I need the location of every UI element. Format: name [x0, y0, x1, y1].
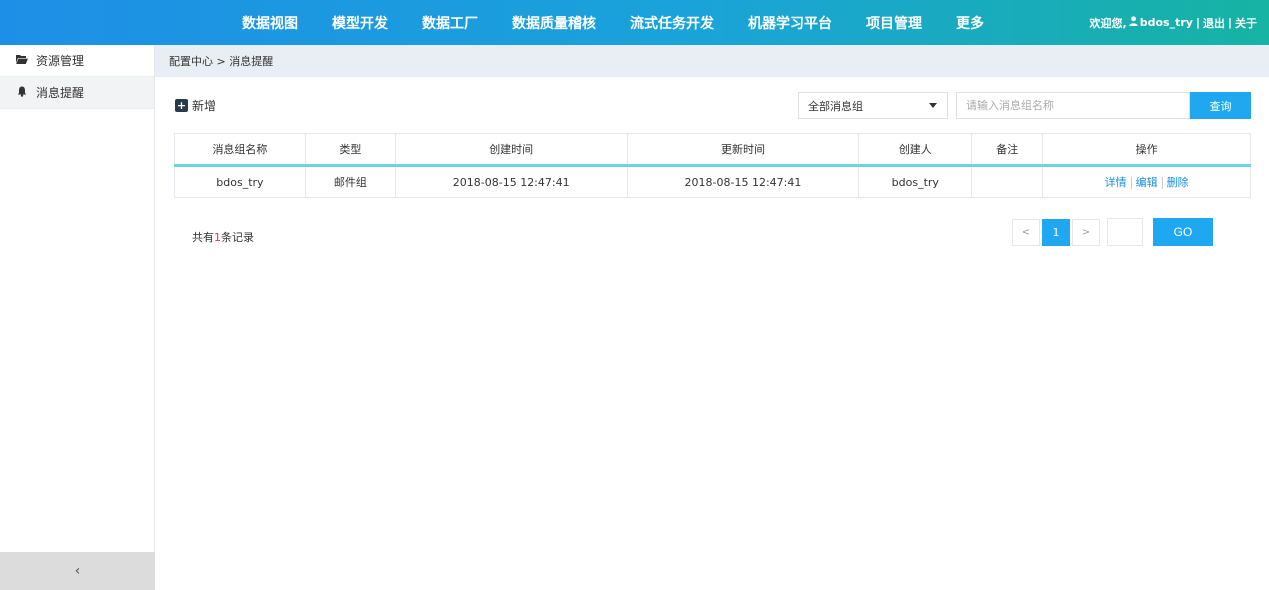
- search-button[interactable]: 查询: [1190, 92, 1251, 119]
- page-1-button[interactable]: 1: [1042, 218, 1070, 246]
- total-suffix: 条记录: [221, 231, 254, 244]
- separator: |: [1227, 16, 1232, 29]
- detail-link[interactable]: 详情: [1105, 176, 1127, 189]
- message-group-select[interactable]: 全部消息组: [798, 92, 948, 119]
- nav-item-stream-task[interactable]: 流式任务开发: [630, 13, 714, 33]
- delete-link[interactable]: 删除: [1167, 176, 1189, 189]
- column-header: 更新时间: [626, 133, 860, 167]
- about-link[interactable]: 关于: [1235, 15, 1257, 31]
- breadcrumb-text: 配置中心 > 消息提醒: [169, 55, 274, 68]
- sidebar-item-resource-mgmt[interactable]: 资源管理: [0, 45, 154, 77]
- search-input[interactable]: [956, 92, 1190, 119]
- add-label: 新增: [192, 99, 217, 113]
- column-header: 创建时间: [394, 133, 628, 167]
- main-nav: 数据视图 模型开发 数据工厂 数据质量稽核 流式任务开发 机器学习平台 项目管理…: [242, 0, 1018, 45]
- edit-link[interactable]: 编辑: [1136, 176, 1158, 189]
- nav-item-model-dev[interactable]: 模型开发: [332, 13, 388, 33]
- sidebar-collapse-button[interactable]: ‹: [0, 552, 155, 590]
- record-count: 共有1条记录: [192, 229, 254, 245]
- nav-item-data-factory[interactable]: 数据工厂: [422, 13, 478, 33]
- total-count: 1: [214, 231, 221, 244]
- cell-name: bdos_try: [174, 165, 306, 198]
- page-jump-input[interactable]: [1107, 218, 1143, 246]
- main-content: + 新增 全部消息组 查询 消息组名称 类型 创建时间 更新时间 创建人 备注 …: [155, 77, 1269, 590]
- column-header: 操作: [1042, 133, 1251, 167]
- welcome-text: 欢迎您,: [1089, 16, 1127, 30]
- total-prefix: 共有: [192, 231, 214, 244]
- sidebar-item-label: 资源管理: [36, 54, 85, 68]
- cell-type: 邮件组: [304, 165, 396, 198]
- cell-updated: 2018-08-15 12:47:41: [626, 165, 860, 198]
- column-header: 类型: [304, 133, 396, 167]
- next-page-button[interactable]: >: [1072, 218, 1100, 246]
- username[interactable]: bdos_try: [1140, 16, 1193, 29]
- cell-operations: 详情 编辑 删除: [1042, 165, 1251, 198]
- nav-item-project-mgmt[interactable]: 项目管理: [866, 13, 922, 33]
- caret-down-icon: [929, 103, 937, 108]
- table-row: bdos_try 邮件组 2018-08-15 12:47:41 2018-08…: [174, 165, 1251, 198]
- chevron-left-icon: ‹: [74, 563, 81, 579]
- folder-open-icon: [14, 54, 30, 67]
- bell-icon: [14, 86, 30, 100]
- add-button[interactable]: + 新增: [175, 97, 216, 114]
- cell-creator: bdos_try: [858, 165, 973, 198]
- user-icon: [1129, 16, 1138, 29]
- table-header-row: 消息组名称 类型 创建时间 更新时间 创建人 备注 操作: [174, 133, 1251, 167]
- nav-item-more[interactable]: 更多: [956, 13, 984, 33]
- sidebar-item-message-alert[interactable]: 消息提醒: [0, 77, 154, 109]
- separator: |: [1195, 16, 1200, 29]
- cell-created: 2018-08-15 12:47:41: [394, 165, 628, 198]
- sidebar: 资源管理 消息提醒 ‹: [0, 45, 155, 590]
- column-header: 创建人: [858, 133, 973, 167]
- sidebar-item-label: 消息提醒: [36, 86, 85, 100]
- go-button[interactable]: GO: [1153, 218, 1213, 246]
- user-bar: 欢迎您, bdos_try | 退出 | 关于: [1090, 0, 1257, 45]
- select-value: 全部消息组: [808, 99, 863, 113]
- breadcrumb: 配置中心 > 消息提醒: [155, 45, 1269, 77]
- divider: [1130, 177, 1132, 189]
- top-nav-bar: 数据视图 模型开发 数据工厂 数据质量稽核 流式任务开发 机器学习平台 项目管理…: [0, 0, 1269, 45]
- nav-item-data-quality[interactable]: 数据质量稽核: [512, 13, 596, 33]
- logout-link[interactable]: 退出: [1203, 15, 1225, 31]
- cell-remark: [971, 165, 1044, 198]
- divider: [1161, 177, 1163, 189]
- plus-square-icon: +: [175, 99, 188, 112]
- pagination: < 1 > GO: [1012, 218, 1213, 246]
- nav-item-ml-platform[interactable]: 机器学习平台: [748, 13, 832, 33]
- nav-item-data-view[interactable]: 数据视图: [242, 13, 298, 33]
- message-group-table: 消息组名称 类型 创建时间 更新时间 创建人 备注 操作 bdos_try 邮件…: [174, 133, 1251, 198]
- prev-page-button[interactable]: <: [1012, 218, 1040, 246]
- column-header: 备注: [971, 133, 1044, 167]
- column-header: 消息组名称: [174, 133, 306, 167]
